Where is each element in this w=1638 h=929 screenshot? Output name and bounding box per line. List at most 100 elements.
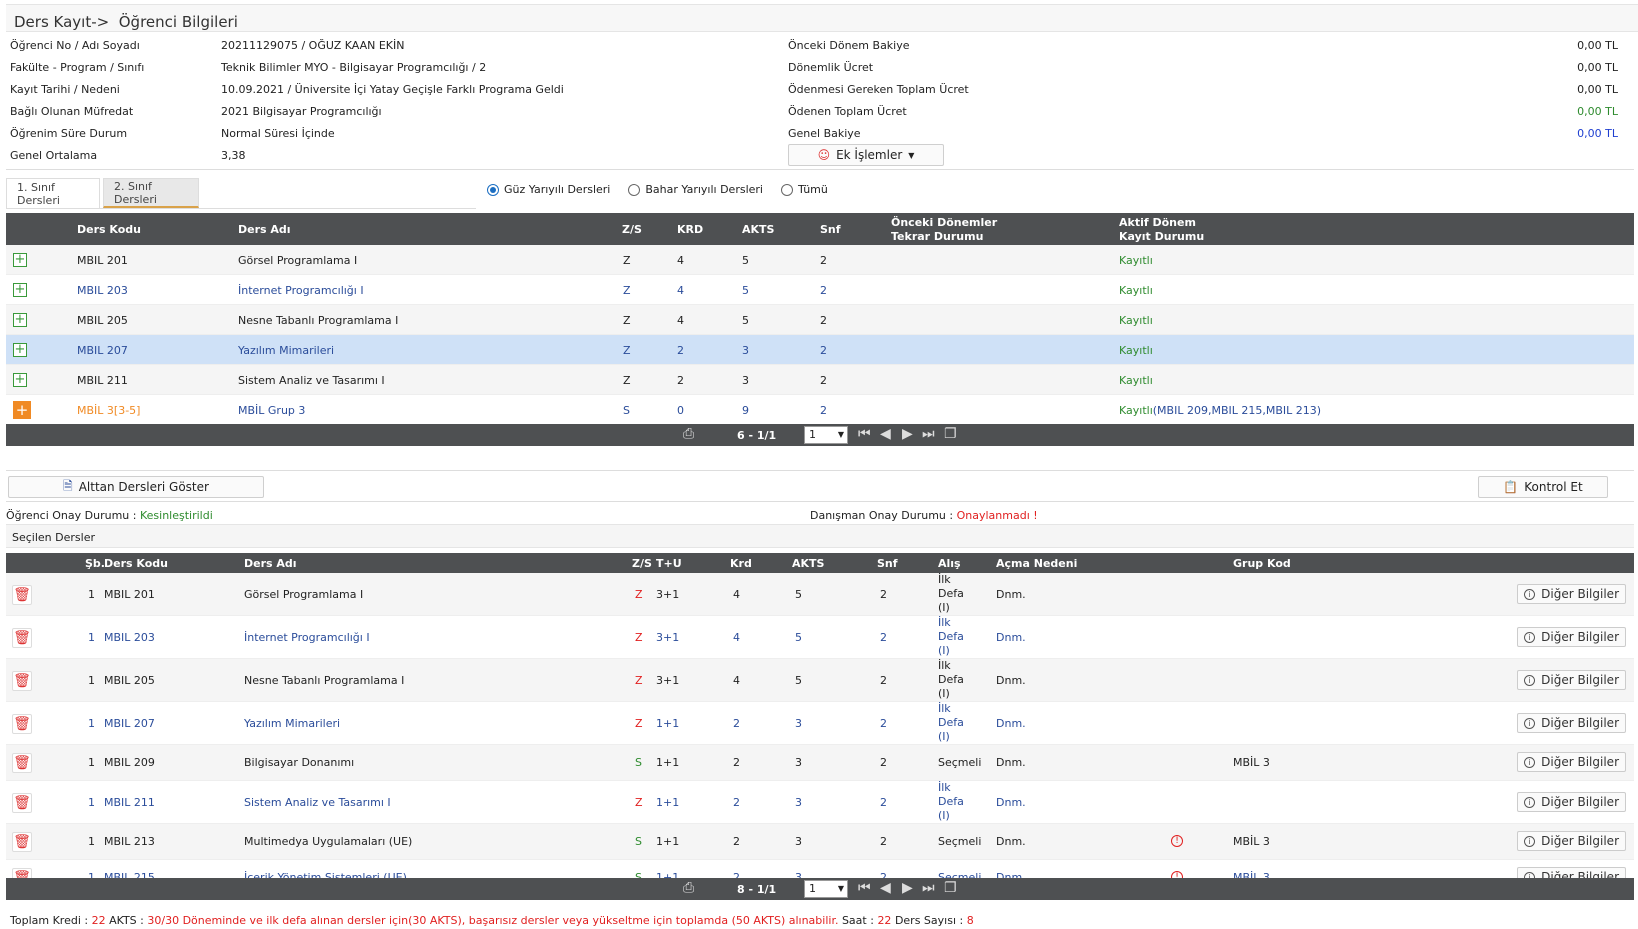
copy-icon[interactable]: ❐ (944, 426, 957, 442)
next-page-icon[interactable]: ▶ (902, 426, 913, 442)
akts-value: 5 (742, 284, 749, 297)
radio-dot[interactable] (628, 183, 641, 196)
diger-bilgiler-button[interactable]: i Diğer Bilgiler (1517, 831, 1626, 851)
col-snf: Snf (820, 223, 841, 236)
course-row[interactable]: + MBIL 201 Görsel Programlama I Z 4 5 2 Kayıtlı (6, 245, 1634, 275)
course-row[interactable]: + MBIL 203 İnternet Programcılığı I Z 4 5 2 Kay… (6, 275, 1634, 305)
radio-option[interactable]: Tümü (780, 183, 828, 196)
col-onceki-2: Tekrar Durumu (891, 230, 984, 243)
ders-adi[interactable]: Nesne Tabanlı Programlama I (238, 314, 398, 327)
trash-icon[interactable]: 🗑 (12, 628, 32, 648)
krd-value: 2 (677, 374, 684, 387)
krd-value: 2 (733, 835, 740, 848)
alttan-dersleri-button[interactable]: 🗎 Alttan Dersleri Göster (8, 476, 264, 498)
trash-icon[interactable]: 🗑 (12, 832, 32, 852)
zs-value: Z (623, 344, 631, 357)
page-select[interactable]: 1 ▼ (804, 880, 848, 898)
acma-nedeni: Dnm. (996, 717, 1026, 730)
krd-value: 4 (677, 254, 684, 267)
acma-nedeni: Dnm. (996, 835, 1026, 848)
course-grid-header: Ders Kodu Ders Adı Z/S KRD AKTS Snf Önce… (6, 213, 1634, 245)
first-page-icon[interactable]: ⏮ (858, 426, 871, 442)
akts-value: 3 (795, 756, 802, 769)
print-icon[interactable]: ⎙ (683, 880, 694, 896)
course-row[interactable]: + MBIL 207 Yazılım Mimarileri Z 2 3 2 Kayıtlı (6, 335, 1634, 365)
expand-plus-icon[interactable]: + (13, 313, 27, 327)
course-row[interactable]: + MBİL 3[3-5] MBİL Grup 3 S 0 9 2 Kayıtlı(MBIL … (6, 395, 1634, 425)
kontrol-et-button[interactable]: 📋 Kontrol Et (1478, 476, 1608, 498)
tab-sinif-2[interactable]: 2. Sınıf Dersleri (103, 178, 199, 208)
diger-bilgiler-button[interactable]: i Diğer Bilgiler (1517, 792, 1626, 812)
last-page-icon[interactable]: ⏭ (922, 880, 935, 896)
selected-row[interactable]: 🗑 1 MBIL 213 Multimedya Uygulamaları (UE) S 1… (6, 824, 1634, 860)
caret-down-icon: ▼ (908, 150, 915, 160)
sb-value: 1 (88, 717, 95, 730)
ders-adi[interactable]: Yazılım Mimarileri (238, 344, 334, 357)
warning-icon[interactable]: ! (1171, 835, 1183, 847)
next-page-icon[interactable]: ▶ (902, 880, 913, 896)
trash-icon[interactable]: 🗑 (12, 671, 32, 691)
radio-option[interactable]: Bahar Yarıyılı Dersleri (628, 183, 763, 196)
selected-row[interactable]: 🗑 1 MBIL 209 Bilgisayar Donanımı S 1+1 2 3 2 Seçm… (6, 745, 1634, 781)
selected-row[interactable]: 🗑 1 MBIL 211 Sistem Analiz ve Tasarımı I Z 1+… (6, 781, 1634, 824)
page-select[interactable]: 1 ▼ (804, 426, 848, 444)
ders-adi: Sistem Analiz ve Tasarımı I (244, 796, 391, 809)
ders-kodu: MBIL 203 (77, 284, 128, 297)
ders-adi[interactable]: İnternet Programcılığı I (238, 284, 364, 297)
ders-adi[interactable]: Sistem Analiz ve Tasarımı I (238, 374, 385, 387)
copy-icon[interactable]: ❐ (944, 880, 957, 896)
donem-radio-group: Güz Yarıyılı Dersleri Bahar Yarıyılı Ders… (487, 183, 828, 196)
selected-row[interactable]: 🗑 1 MBIL 203 İnternet Programcılığı I Z 3+1 4 5… (6, 616, 1634, 659)
expand-plus-icon[interactable]: + (13, 373, 27, 387)
trash-icon[interactable]: 🗑 (12, 753, 32, 773)
info-icon: i (1524, 835, 1536, 847)
col-onceki: Önceki Dönemler (891, 216, 998, 229)
ek-islemler-button[interactable]: ☺ Ek İşlemler ▼ (788, 144, 944, 166)
trash-icon[interactable]: 🗑 (12, 793, 32, 813)
diger-bilgiler-button[interactable]: i Diğer Bilgiler (1517, 752, 1626, 772)
info-icon: i (1524, 631, 1536, 643)
radio-dot[interactable] (487, 183, 499, 196)
selected-row[interactable]: 🗑 1 MBIL 207 Yazılım Mimarileri Z 1+1 2 3 2 İlk De… (6, 702, 1634, 745)
akts-value: 5 (795, 588, 802, 601)
prev-page-icon[interactable]: ◀ (880, 426, 891, 442)
diger-bilgiler-button[interactable]: i Diğer Bilgiler (1517, 713, 1626, 733)
selected-row[interactable]: 🗑 1 MBIL 205 Nesne Tabanlı Programlama I Z 3+… (6, 659, 1634, 702)
course-row[interactable]: + MBIL 205 Nesne Tabanlı Programlama I Z 4 5 2… (6, 305, 1634, 335)
trash-icon[interactable]: 🗑 (12, 585, 32, 605)
expand-plus-icon[interactable]: + (13, 253, 27, 267)
diger-bilgiler-button[interactable]: i Diğer Bilgiler (1517, 670, 1626, 690)
ogrenci-onay-value: Kesinleştirildi (139, 509, 213, 522)
info-value: 3,38 (221, 149, 246, 162)
first-page-icon[interactable]: ⏮ (858, 880, 871, 896)
ders-kodu: MBİL 3[3-5] (77, 404, 141, 417)
snf-value: 2 (880, 631, 887, 644)
zs-value: Z (623, 314, 631, 327)
expand-plus-icon[interactable]: + (13, 401, 31, 419)
snf-value: 2 (880, 796, 887, 809)
ders-kodu: MBIL 207 (77, 344, 128, 357)
ders-kodu: MBIL 203 (104, 631, 155, 644)
ders-kodu: MBIL 201 (104, 588, 155, 601)
ders-adi[interactable]: MBİL Grup 3 (238, 404, 305, 417)
trash-icon[interactable]: 🗑 (12, 714, 32, 734)
page-title: Ders Kayıt-> Öğrenci Bilgileri (14, 13, 238, 31)
tab-sinif-1[interactable]: 1. Sınıf Dersleri (6, 178, 100, 208)
info-label: Kayıt Tarihi / Nedeni (10, 83, 120, 96)
expand-plus-icon[interactable]: + (13, 283, 27, 297)
expand-plus-icon[interactable]: + (13, 343, 27, 357)
diger-bilgiler-button[interactable]: i Diğer Bilgiler (1517, 584, 1626, 604)
print-icon[interactable]: ⎙ (683, 426, 694, 442)
radio-dot[interactable] (780, 183, 793, 196)
ders-adi[interactable]: Görsel Programlama I (238, 254, 357, 267)
diger-bilgiler-button[interactable]: i Diğer Bilgiler (1517, 627, 1626, 647)
ders-kodu: MBIL 209 (104, 756, 155, 769)
akts-value: 5 (742, 314, 749, 327)
acma-nedeni: Dnm. (996, 674, 1026, 687)
last-page-icon[interactable]: ⏭ (922, 426, 935, 442)
prev-page-icon[interactable]: ◀ (880, 880, 891, 896)
radio-option[interactable]: Güz Yarıyılı Dersleri (487, 183, 610, 196)
selected-row[interactable]: 🗑 1 MBIL 201 Görsel Programlama I Z 3+1 4 5 2 İlk… (6, 573, 1634, 616)
tu-value: 1+1 (656, 717, 680, 730)
course-row[interactable]: + MBIL 211 Sistem Analiz ve Tasarımı I Z 2 3 2… (6, 365, 1634, 395)
